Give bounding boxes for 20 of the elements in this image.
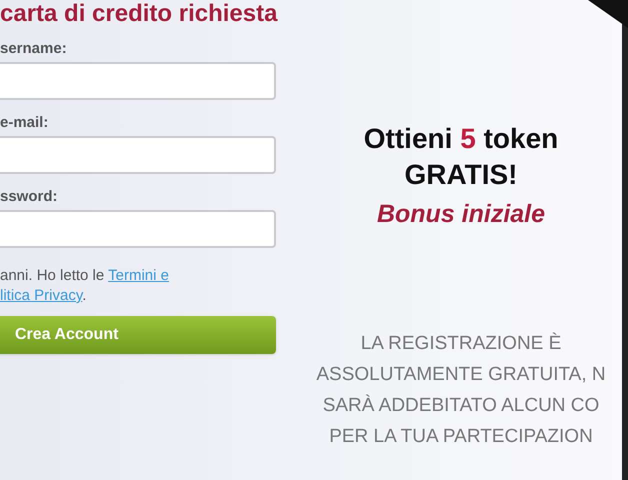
input-field[interactable] (0, 210, 276, 248)
form-heading: carta di credito richiesta (0, 2, 278, 26)
terms-link[interactable]: litica Privacy (0, 287, 82, 304)
notice-text: ASSOLUTAMENTE GRATUITA, N (316, 363, 606, 387)
corner-icon (588, 0, 628, 28)
bonus-text: Bonus iniziale (376, 199, 546, 230)
create-account-button[interactable]: Crea Account (0, 316, 276, 354)
offer-headline: GRATIS! (404, 158, 518, 192)
field-label: ssword: (0, 189, 58, 204)
field-label: e-mail: (0, 115, 48, 130)
terms-text: anni. Ho letto le (0, 267, 106, 284)
input-field[interactable] (0, 136, 276, 174)
field-label: sername: (0, 41, 67, 56)
notice-text: PER LA TUA PARTECIPAZION (329, 425, 593, 449)
offer-title: Ottieni 5 token (364, 122, 558, 156)
terms-link[interactable]: Termini e (108, 267, 169, 284)
notice-text: SARÀ ADDEBITATO ALCUN CO (322, 394, 600, 418)
notice-text: LA REGISTRAZIONE È (360, 332, 562, 356)
input-field[interactable] (0, 62, 276, 100)
period-text: . (82, 287, 86, 304)
